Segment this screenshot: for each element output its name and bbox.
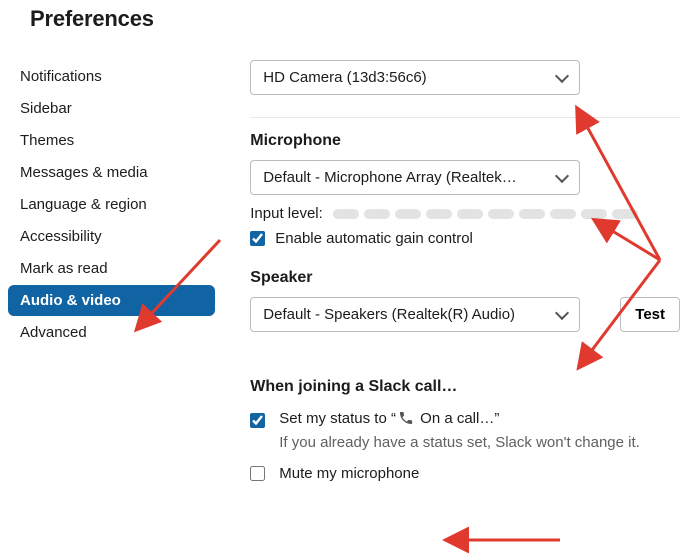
- gain-checkbox[interactable]: [250, 231, 265, 246]
- microphone-select[interactable]: Default - Microphone Array (Realtek…: [250, 160, 580, 195]
- chevron-down-icon: [555, 68, 569, 82]
- input-level-row: Input level:: [250, 205, 680, 222]
- page-title: Preferences: [0, 0, 680, 32]
- microphone-heading: Microphone: [250, 132, 680, 150]
- sidebar-item-themes[interactable]: Themes: [8, 125, 215, 156]
- sidebar-item-mark-read[interactable]: Mark as read: [8, 253, 215, 284]
- input-level-label: Input level:: [250, 205, 323, 222]
- joining-heading: When joining a Slack call…: [250, 378, 680, 396]
- gain-label: Enable automatic gain control: [275, 230, 473, 247]
- camera-select[interactable]: HD Camera (13d3:56c6): [250, 60, 580, 95]
- speaker-value: Default - Speakers (Realtek(R) Audio): [263, 306, 515, 323]
- sidebar: Notifications Sidebar Themes Messages & …: [0, 60, 215, 486]
- phone-icon: [398, 410, 414, 430]
- sidebar-item-advanced[interactable]: Advanced: [8, 317, 215, 348]
- mute-mic-label: Mute my microphone: [279, 465, 419, 482]
- speaker-select[interactable]: Default - Speakers (Realtek(R) Audio): [250, 297, 580, 332]
- main-panel: HD Camera (13d3:56c6) Microphone Default…: [215, 60, 680, 486]
- chevron-down-icon: [555, 168, 569, 182]
- gain-row: Enable automatic gain control: [250, 230, 680, 247]
- set-status-checkbox[interactable]: [250, 413, 265, 428]
- sidebar-item-language[interactable]: Language & region: [8, 189, 215, 220]
- sidebar-item-messages[interactable]: Messages & media: [8, 157, 215, 188]
- sidebar-item-notifications[interactable]: Notifications: [8, 61, 215, 92]
- divider: [250, 117, 680, 118]
- mute-mic-checkbox[interactable]: [250, 466, 265, 481]
- sidebar-item-sidebar[interactable]: Sidebar: [8, 93, 215, 124]
- microphone-value: Default - Microphone Array (Realtek…: [263, 169, 516, 186]
- camera-value: HD Camera (13d3:56c6): [263, 69, 426, 86]
- input-level-meter: [333, 209, 638, 219]
- set-status-label: Set my status to “ On a call…”: [279, 410, 499, 430]
- sidebar-item-audio-video[interactable]: Audio & video: [8, 285, 215, 316]
- speaker-heading: Speaker: [250, 269, 680, 287]
- set-status-subtext: If you already have a status set, Slack …: [279, 434, 680, 451]
- chevron-down-icon: [555, 305, 569, 319]
- sidebar-item-accessibility[interactable]: Accessibility: [8, 221, 215, 252]
- speaker-test-button[interactable]: Test: [620, 297, 680, 332]
